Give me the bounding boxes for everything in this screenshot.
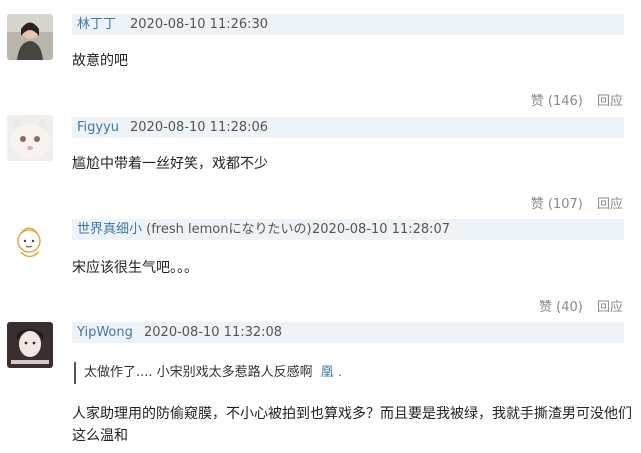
username[interactable]: 世界真细小 — [77, 222, 142, 237]
comment-text: 人家助理用的防偷窥膜，不小心被拍到也算戏多？而且要是我被绿，我就手撕渣男可没他们… — [72, 403, 632, 447]
comment-timestamp: 2020-08-10 11:26:30 — [130, 17, 269, 32]
comment-text-line: 这么温和 — [72, 428, 128, 444]
like-button[interactable]: 赞 (107) — [531, 197, 583, 212]
comment-header: 林丁丁 2020-08-10 11:26:30 — [72, 14, 624, 35]
username-link[interactable]: YipWong — [77, 322, 133, 343]
avatar[interactable] — [7, 14, 53, 60]
quoted-reply: 太做作了.... 小宋别戏太多惹路人反感啊凰 . — [74, 362, 342, 384]
username-note: (fresh lemonになりたいの) — [142, 222, 312, 237]
username-link[interactable]: 世界真细小 (fresh lemonになりたいの) — [77, 219, 312, 240]
like-button[interactable]: 赞 (146) — [531, 94, 583, 109]
avatar[interactable] — [7, 219, 53, 265]
comment-timestamp: 2020-08-10 11:28:07 — [312, 222, 451, 237]
quoted-text: 太做作了.... 小宋别戏太多惹路人反感啊 — [84, 365, 313, 380]
comment-timestamp: 2020-08-10 11:28:06 — [130, 120, 269, 135]
comment-timestamp: 2020-08-10 11:32:08 — [144, 325, 283, 340]
avatar[interactable] — [7, 322, 53, 368]
username-link[interactable]: Figyyu — [77, 117, 119, 138]
comment-text: 尴尬中带着一丝好笑，戏都不少 — [72, 156, 268, 172]
like-button[interactable]: 赞 (40) — [539, 300, 583, 315]
reply-button[interactable]: 回应 — [597, 94, 623, 109]
comment-header: Figyyu 2020-08-10 11:28:06 — [72, 117, 624, 138]
quoted-username[interactable]: 凰 . — [321, 365, 342, 380]
reply-button[interactable]: 回应 — [597, 197, 623, 212]
comment-header: YipWong 2020-08-10 11:32:08 — [72, 322, 624, 343]
username-link[interactable]: 林丁丁 — [77, 14, 116, 35]
comment-actions: 赞 (107) 回应 — [521, 193, 623, 212]
avatar[interactable] — [7, 115, 53, 161]
comment-actions: 赞 (146) 回应 — [521, 90, 623, 109]
comment-actions: 赞 (40) 回应 — [529, 296, 623, 315]
comment-text-line: 人家助理用的防偷窥膜，不小心被拍到也算戏多？而且要是我被绿，我就手撕渣男可没他们 — [72, 406, 632, 422]
comment-text: 宋应该很生气吧。。。 — [72, 260, 198, 276]
comment-text: 故意的吧 — [72, 53, 128, 69]
comment-header: 世界真细小 (fresh lemonになりたいの) 2020-08-10 11:… — [72, 219, 624, 240]
reply-button[interactable]: 回应 — [597, 300, 623, 315]
